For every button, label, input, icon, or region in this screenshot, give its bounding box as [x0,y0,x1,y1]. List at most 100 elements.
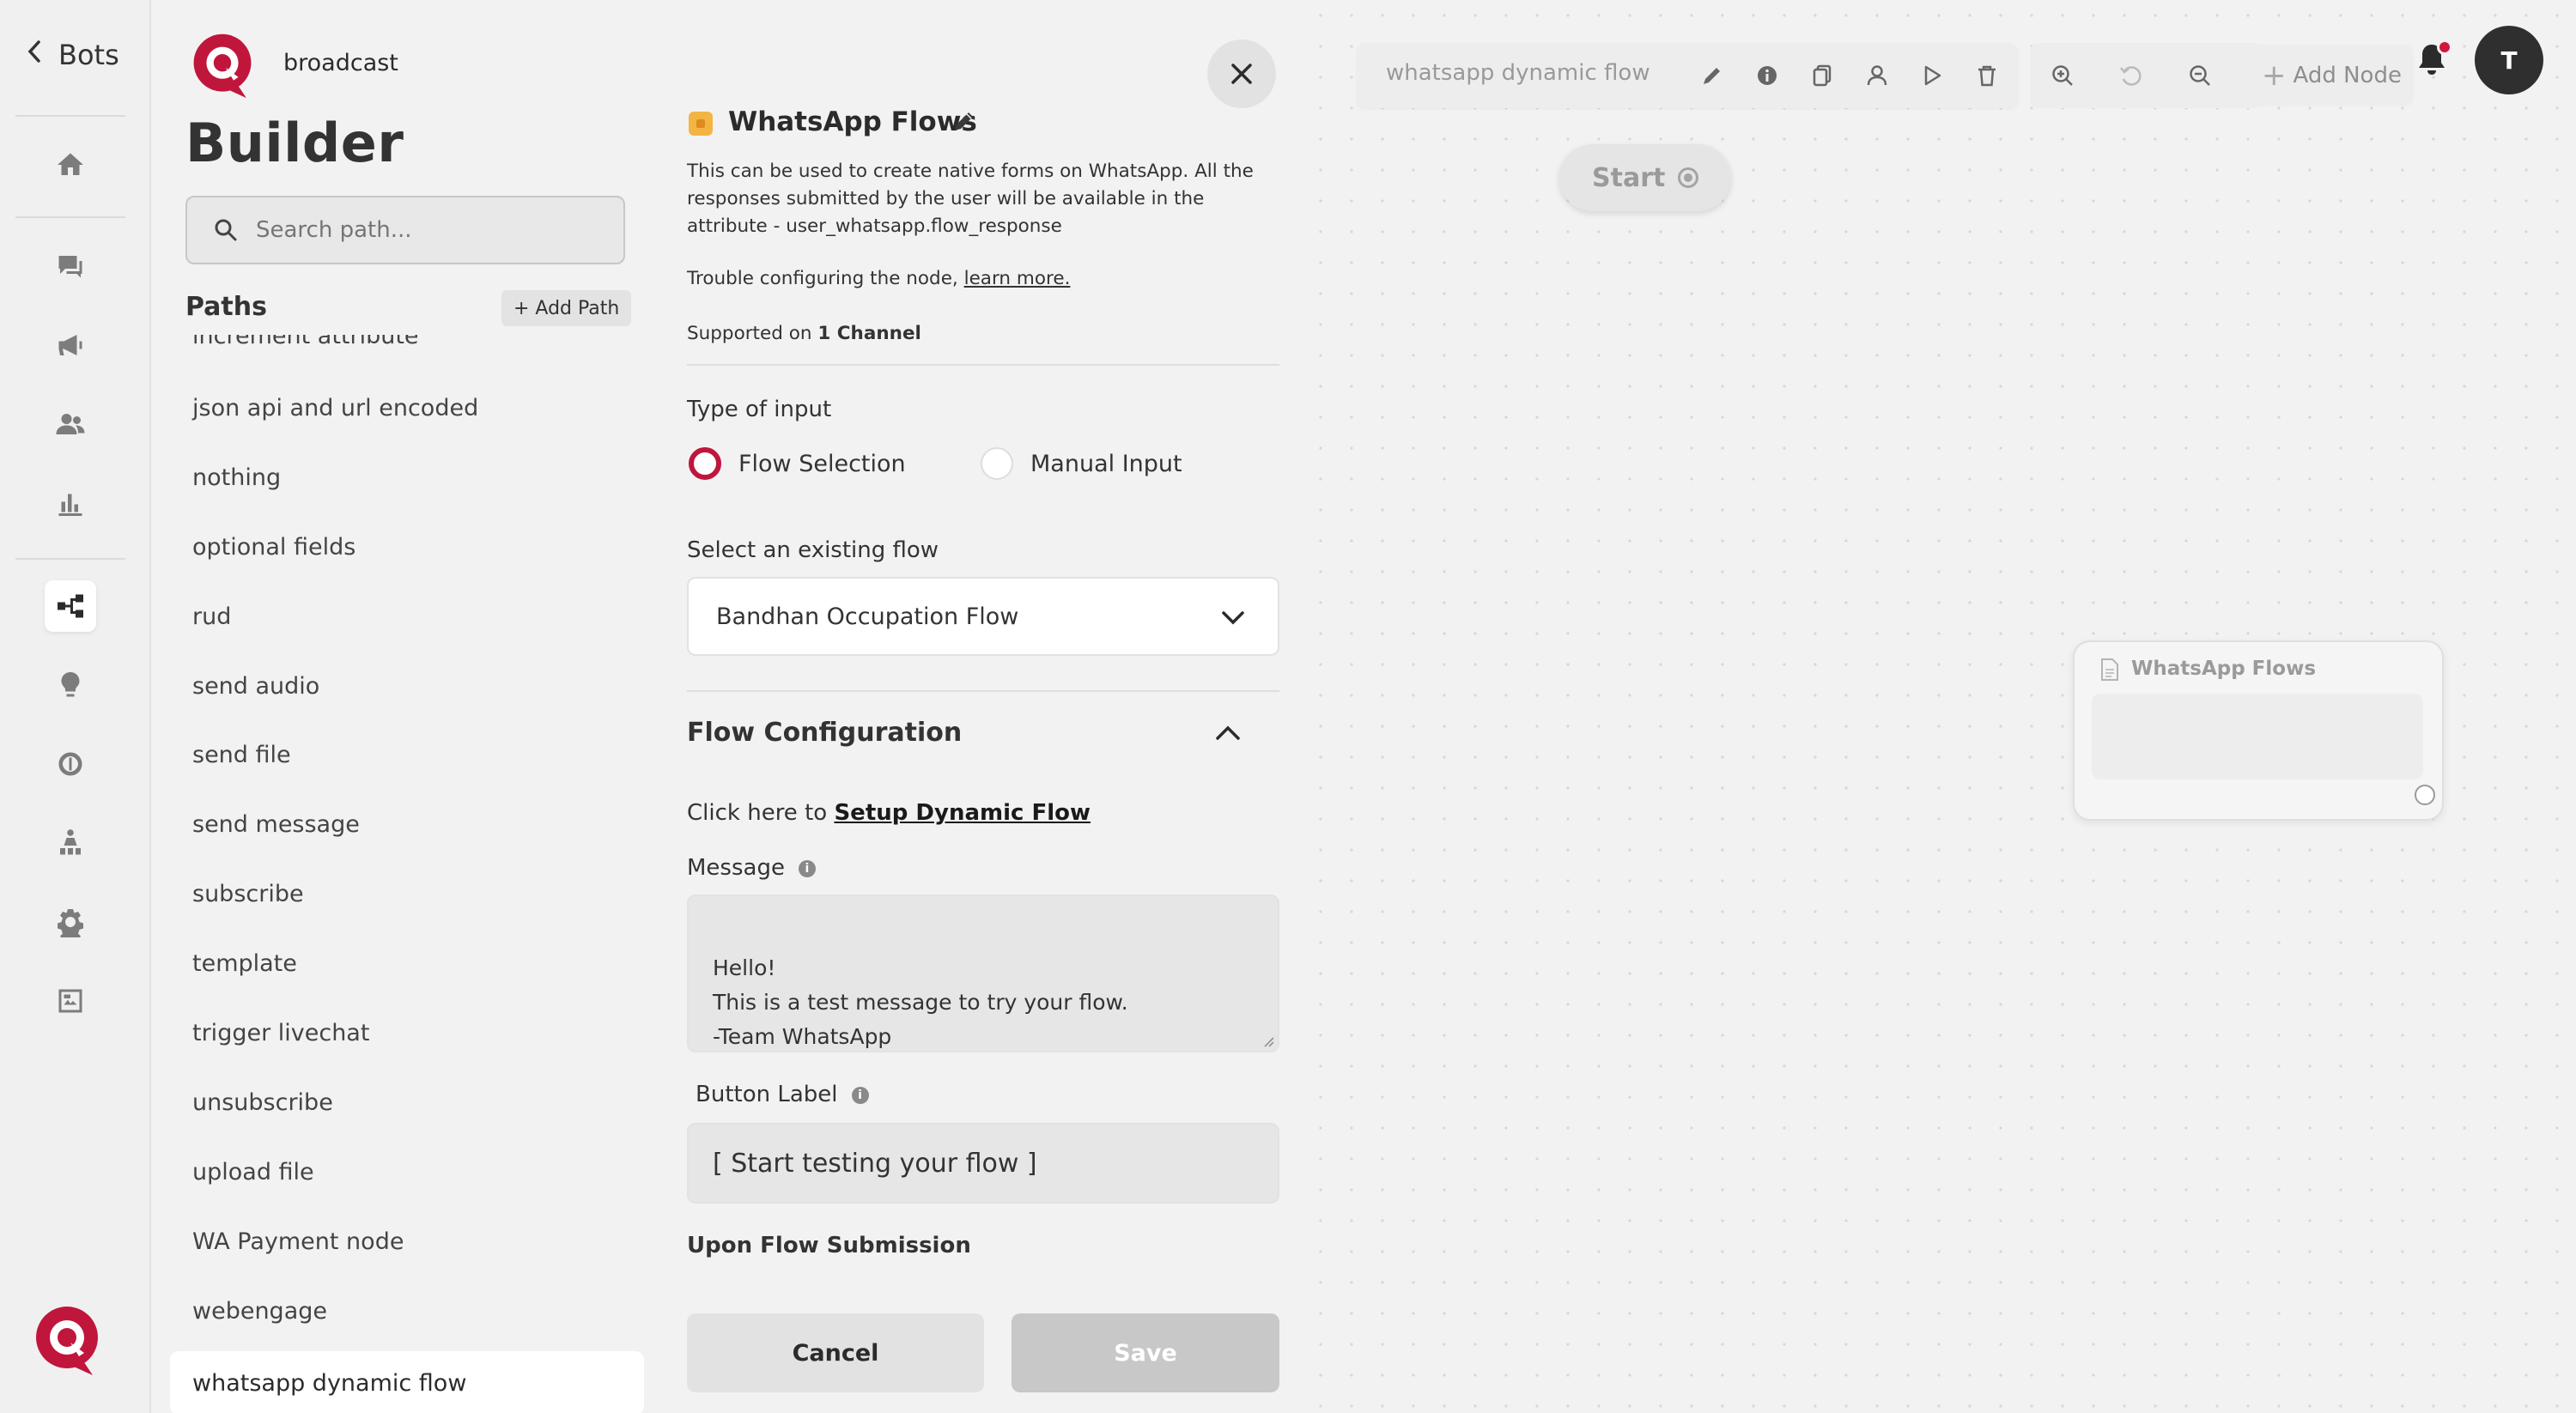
chat-icon[interactable] [45,240,96,292]
back-to-bots-button[interactable]: Bots [26,38,119,72]
avatar[interactable]: T [2475,26,2543,94]
zoom-controls [2030,43,2262,108]
play-icon[interactable] [1917,60,1947,91]
pencil-icon[interactable] [1697,60,1728,91]
image-swap-icon[interactable] [45,975,96,1027]
page-title: Builder [185,112,404,174]
flow-builder-icon[interactable] [45,580,96,632]
reset-icon[interactable] [2116,60,2147,91]
path-item[interactable]: send file [192,742,291,768]
path-item[interactable]: send audio [192,673,319,700]
add-node-button[interactable]: + Add Node [2250,45,2414,106]
bar-chart-icon[interactable] [45,477,96,529]
path-item[interactable]: upload file [192,1159,314,1186]
whatsapp-flows-node[interactable]: WhatsApp Flows [2073,640,2444,821]
radio-label: Flow Selection [738,450,906,477]
trash-icon[interactable] [1971,60,2002,91]
learn-more-link[interactable]: learn more. [964,268,1071,289]
save-button[interactable]: Save [1012,1313,1279,1392]
radio-dot-checked[interactable] [689,447,721,480]
setup-dynamic-flow-link[interactable]: Setup Dynamic Flow [834,800,1091,826]
supported-prefix: Supported on [687,323,812,344]
message-textarea[interactable]: Hello! This is a test message to try you… [687,894,1279,1052]
node-config-panel: WhatsApp Flows This can be used to creat… [644,0,1305,1413]
message-label-text: Message [687,855,785,881]
flow-name: whatsapp dynamic flow [1386,60,1650,86]
upon-submission-label: Upon Flow Submission [687,1233,971,1258]
start-port[interactable] [1678,167,1698,188]
path-item[interactable]: json api and url encoded [192,395,478,421]
rail-divider [15,115,125,117]
rail-divider [15,216,125,218]
flow-select[interactable]: Bandhan Occupation Flow [687,577,1279,656]
start-node[interactable]: Start [1559,144,1731,211]
path-item[interactable]: nothing [192,464,281,491]
chevron-left-icon [26,38,43,72]
trouble-label: Trouble configuring the node, [687,268,958,289]
trouble-text: Trouble configuring the node, learn more… [687,268,1070,289]
button-label-input[interactable]: [ Start testing your flow ] [687,1123,1279,1204]
chevron-up-icon[interactable] [1214,721,1242,745]
radio-flow-selection[interactable]: Flow Selection [689,447,906,480]
button-label-value: [ Start testing your flow ] [713,1148,1037,1179]
path-item[interactable]: webengage [192,1298,327,1325]
path-item-selected[interactable]: whatsapp dynamic flow [170,1351,644,1413]
search-input[interactable] [256,217,617,243]
bot-logo-icon [193,33,252,99]
path-item[interactable]: subscribe [192,881,304,907]
message-value: Hello! This is a test message to try you… [713,955,1128,1049]
info-icon[interactable]: i [798,859,816,877]
path-item[interactable]: send message [192,811,360,838]
radio-manual-input[interactable]: Manual Input [981,447,1182,480]
plus-icon: + [2262,58,2287,93]
info-icon[interactable]: i [851,1086,869,1104]
supported-channels: Supported on 1 Channel [687,323,921,344]
brand-logo-icon [36,1307,98,1375]
radio-dot[interactable] [981,447,1013,480]
info-icon[interactable] [1752,60,1783,91]
paths-title: Paths [185,292,267,322]
path-item[interactable]: optional fields [192,534,355,561]
whatsapp-flows-icon [689,112,713,136]
copy-icon[interactable] [1807,60,1838,91]
rail-divider [15,558,125,560]
user-icon[interactable] [1862,60,1893,91]
setup-text: Click here to Setup Dynamic Flow [687,800,1091,826]
cancel-button[interactable]: Cancel [687,1313,984,1392]
close-icon [1231,64,1252,84]
path-item[interactable]: WA Payment node [192,1228,404,1255]
canvas-toolbar: whatsapp dynamic flow [1357,43,2018,108]
radio-label: Manual Input [1030,450,1182,477]
chevron-down-icon [1222,611,1244,625]
node-body [2092,694,2423,779]
path-item[interactable]: trigger livechat [192,1020,369,1046]
search-box[interactable] [185,196,625,264]
message-label: Message i [687,855,816,881]
setup-prefix: Click here to [687,800,828,826]
pencil-icon[interactable] [951,108,977,134]
zoom-out-icon[interactable] [2184,60,2215,91]
path-item[interactable]: template [192,950,297,977]
back-label: Bots [58,39,119,71]
path-item[interactable]: unsubscribe [192,1089,333,1116]
users-icon[interactable] [45,398,96,450]
megaphone-icon[interactable] [45,319,96,371]
close-button[interactable] [1207,39,1276,108]
node-description: This can be used to create native forms … [687,161,1254,237]
hierarchy-icon[interactable] [45,817,96,869]
add-node-label: Add Node [2293,63,2402,88]
document-icon [2101,658,2118,681]
zoom-in-icon[interactable] [2047,60,2078,91]
bulb-icon[interactable] [45,659,96,711]
path-item[interactable]: rud [192,603,231,630]
notifications-button[interactable] [2415,39,2452,79]
node-output-port[interactable] [2415,785,2435,805]
flow-configuration-title: Flow Configuration [687,718,963,748]
gear-icon[interactable] [45,896,96,948]
flow-canvas[interactable]: whatsapp dynamic flow + Add Node T Start… [1305,0,2576,1413]
resize-grip-icon[interactable] [1261,1034,1274,1047]
add-path-button[interactable]: + Add Path [501,290,632,326]
brain-icon[interactable] [45,738,96,790]
path-item[interactable]: increment attribute [192,335,419,349]
home-icon[interactable] [45,139,96,191]
